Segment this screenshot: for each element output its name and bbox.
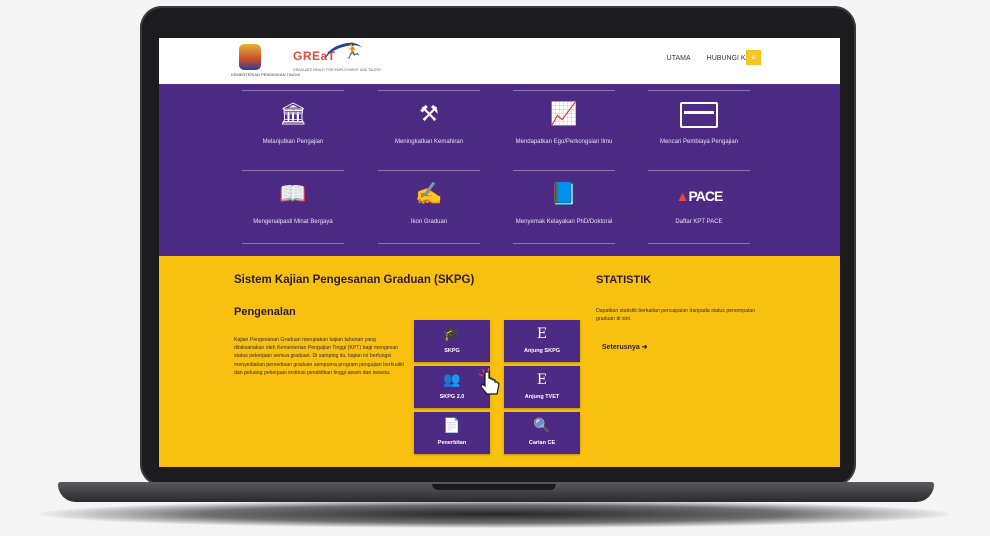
chart-icon: 📈 [550, 101, 578, 126]
skpg-button[interactable]: 🎓 SKPG [414, 320, 490, 362]
site-header: KEMENTERIAN PENDIDIKAN TINGGI GREaT 🏃 GR… [159, 38, 840, 84]
search-button[interactable]: ⌕ [746, 50, 761, 65]
service-tile-melanjutkan-pengajian[interactable]: 🏛 Melanjutkan Pengajian [242, 90, 344, 163]
card-icon [648, 101, 750, 129]
penerbitan-button-label: Penerbitan [437, 440, 467, 446]
intro-paragraph: Kajian Pengesanan Graduan merupakan kaji… [234, 337, 404, 376]
service-tile-kpt-pace[interactable]: ▲PACE Daftar KPT PACE [648, 170, 750, 244]
government-crest-logo [239, 44, 261, 70]
service-tile-kelayakan-phd[interactable]: 📘 Menyemak Kelayakan PhD/Doktoral [513, 170, 615, 244]
e-letter-icon: E [536, 372, 548, 388]
service-label: Daftar KPT PACE [675, 219, 723, 225]
anjung-tvet-button[interactable]: E Anjung TVET [504, 366, 580, 408]
service-label: Mendapatkan Ego/Perkongsian Ilmu [515, 139, 613, 145]
anjung-tvet-button-label: Anjung TVET [524, 394, 560, 400]
runner-icon: 🏃 [343, 43, 362, 60]
anjung-skpg-button-label: Anjung SKPG [523, 348, 561, 354]
laptop-shadow [40, 500, 950, 528]
pen-icon: ✍ [415, 181, 443, 206]
intro-heading: Pengenalan [234, 306, 296, 318]
magnifier-icon: 🔍 [533, 418, 551, 434]
top-nav: UTAMA HUBUNGI KAMI [667, 55, 758, 62]
service-label: Ikon Graduan [410, 219, 448, 225]
service-tile-ikon-graduan[interactable]: ✍ Ikon Graduan [378, 170, 480, 244]
nav-utama[interactable]: UTAMA [667, 55, 691, 62]
service-label: Menyemak Kelayakan PhD/Doktoral [515, 219, 613, 225]
carian-ce-button-label: Carian CE [528, 440, 556, 446]
graduation-cap-icon: 🎓 [443, 326, 461, 342]
service-label: Meningkatkan Kemahiran [394, 139, 464, 145]
skpg-title: Sistem Kajian Pengesanan Graduan (SKPG) [234, 274, 475, 286]
statistik-text: Dapatkan statistik berkaitan pencapaian … [596, 308, 756, 322]
laptop-screen: KEMENTERIAN PENDIDIKAN TINGGI GREaT 🏃 GR… [159, 38, 840, 467]
service-label: Mengenalpasti Minat Bergaya [253, 219, 333, 225]
skpg-section: Sistem Kajian Pengesanan Graduan (SKPG) … [159, 256, 840, 467]
penerbitan-button[interactable]: 📄 Penerbitan [414, 412, 490, 454]
service-tile-meningkatkan-kemahiran[interactable]: ⚒ Meningkatkan Kemahiran [378, 90, 480, 163]
service-tile-perkongsian-ilmu[interactable]: 📈 Mendapatkan Ego/Perkongsian Ilmu [513, 90, 615, 163]
service-label: Mencari Pembiaya Pengajian [659, 139, 739, 145]
e-letter-icon: E [536, 326, 548, 342]
service-tile-minat-bergaya[interactable]: 📖 Mengenalpasti Minat Bergaya [242, 170, 344, 244]
service-tile-pembiaya-pengajian[interactable]: Mencari Pembiaya Pengajian [648, 90, 750, 163]
pace-logo: ▲PACE [675, 188, 724, 204]
carian-ce-button[interactable]: 🔍 Carian CE [504, 412, 580, 454]
document-icon: 📄 [443, 418, 461, 434]
service-label: Melanjutkan Pengajian [262, 139, 324, 145]
tools-icon: ⚒ [419, 101, 439, 126]
book-icon: 📖 [279, 181, 307, 206]
logo-subtitle: GRADUATE READY FOR EMPLOYMENT AND TALENT [293, 68, 382, 72]
hand-cursor-icon [478, 368, 500, 395]
reader-icon: 📘 [550, 181, 578, 206]
laptop-notch [432, 484, 556, 490]
statistik-title: STATISTIK [596, 274, 652, 286]
skpg-button-label: SKPG [444, 348, 460, 354]
bank-icon: 🏛 [279, 101, 307, 126]
seterusnya-link[interactable]: Seterusnya ➜ [602, 343, 648, 351]
crest-caption: KEMENTERIAN PENDIDIKAN TINGGI [231, 72, 301, 77]
anjung-skpg-button[interactable]: E Anjung SKPG [504, 320, 580, 362]
services-section: 🏛 Melanjutkan Pengajian ⚒ Meningkatkan K… [159, 84, 840, 256]
search-icon: ⌕ [750, 52, 757, 63]
